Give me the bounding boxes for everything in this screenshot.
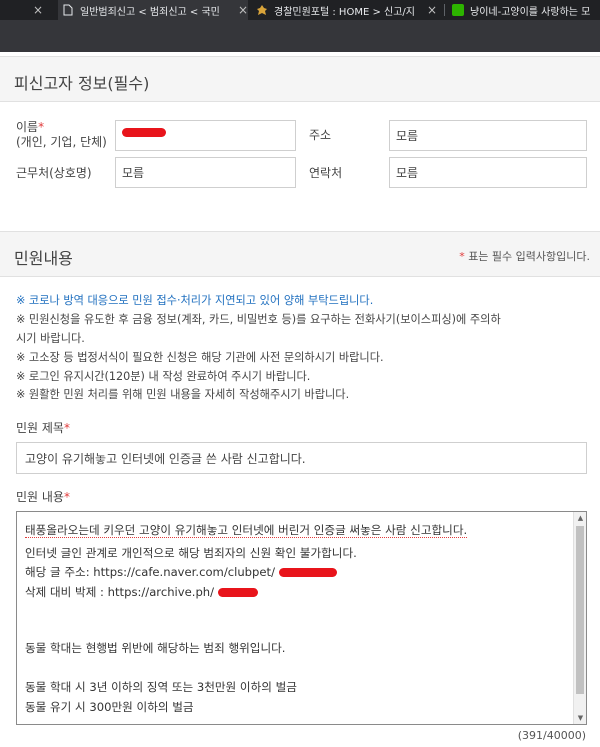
content-line: 동물 학대 시 3년 이하의 징역 또는 3천만원 이하의 벌금 — [25, 680, 297, 694]
browser-tab-1[interactable]: 일반범죄신고 < 범죄신고 < 국민 — [58, 0, 248, 20]
contact-field[interactable]: 모름 — [389, 157, 587, 188]
scroll-thumb[interactable] — [576, 526, 584, 694]
address-label: 주소 — [309, 128, 332, 142]
content-line-text: 태풍올라오는데 키우던 고양이 유기해놓고 인터넷에 버린거 인증글 써놓은 사… — [25, 523, 468, 538]
name-label: 이름* (개인, 기업, 단체) — [16, 120, 112, 150]
content-line-text: 삭제 대비 박제 : https://archive.ph/ — [25, 585, 215, 599]
cafe-icon — [452, 4, 464, 16]
char-counter: (391/40000) — [517, 729, 586, 742]
tab-close-button[interactable]: × — [236, 0, 250, 20]
tab-label: 냥이네-고양이를 사랑하는 모 — [470, 6, 591, 18]
redaction-mark — [217, 588, 258, 597]
name-sublabel: (개인, 기업, 단체) — [16, 135, 107, 149]
contact-label: 연락처 — [309, 166, 343, 180]
close-icon[interactable]: × — [30, 3, 46, 17]
content-line: 동물 학대는 현행법 위반에 해당하는 범죄 행위입니다. — [25, 641, 286, 655]
close-icon[interactable]: × — [236, 3, 250, 17]
tab-close-button[interactable]: × — [424, 0, 440, 20]
section-title: 민원내용 — [14, 249, 73, 268]
workplace-field[interactable]: 모름 — [115, 157, 296, 188]
tab-close-button[interactable]: × — [30, 0, 60, 20]
content-line: 동물 유기 시 300만원 이하의 벌금 — [25, 700, 194, 714]
content-line: 삭제 대비 박제 : https://archive.ph/ — [25, 584, 258, 600]
content-line: 해당 글 주소: https://cafe.naver.com/clubpet/ — [25, 564, 337, 580]
notice-line: ※ 민원신청을 유도한 후 금융 정보(계좌, 카드, 비밀번호 등)를 요구하… — [16, 313, 501, 326]
section-title: 피신고자 정보(필수) — [14, 74, 150, 93]
name-field[interactable] — [115, 120, 296, 151]
tab-separator — [444, 4, 445, 16]
browser-tab-3[interactable]: 냥이네-고양이를 사랑하는 모 — [448, 0, 600, 20]
tab-label: 경찰민원포털 : HOME > 신고/지 — [274, 6, 415, 18]
notice-line: ※ 코로나 방역 대응으로 민원 접수·처리가 지연되고 있어 양해 부탁드립니… — [16, 294, 374, 307]
complaint-section-header: 민원내용 * 표는 필수 입력사항입니다. — [0, 231, 600, 277]
required-note-text: 표는 필수 입력사항입니다. — [468, 250, 590, 263]
browser-toolbar — [0, 20, 600, 52]
name-label-text: 이름 — [16, 120, 39, 134]
content-line: 태풍올라오는데 키우던 고양이 유기해놓고 인터넷에 버린거 인증글 써놓은 사… — [25, 522, 468, 538]
address-field[interactable]: 모름 — [389, 120, 587, 151]
content-line-text: 해당 글 주소: https://cafe.naver.com/clubpet/ — [25, 565, 275, 579]
content-label: 민원 내용* — [16, 490, 70, 505]
scroll-up-icon[interactable]: ▲ — [574, 512, 586, 524]
browser-tab-bar: × 일반범죄신고 < 범죄신고 < 국민 × 경찰민원포털 : HOME > 신… — [0, 0, 600, 20]
police-emblem-icon — [256, 4, 268, 16]
redaction-mark — [278, 568, 337, 577]
workplace-label: 근무처(상호명) — [16, 166, 92, 180]
content-line: 인터넷 글인 관계로 개인적으로 해당 범죄자의 신원 확인 불가합니다. — [25, 546, 357, 560]
tab-label: 일반범죄신고 < 범죄신고 < 국민 — [80, 6, 220, 18]
required-star: * — [63, 421, 70, 435]
scroll-down-icon[interactable]: ▼ — [574, 712, 586, 724]
suspect-section-header: 피신고자 정보(필수) — [0, 56, 600, 102]
browser-tab-2[interactable]: 경찰민원포털 : HOME > 신고/지 — [252, 0, 430, 20]
required-star: * — [63, 490, 70, 504]
redaction-mark — [122, 128, 166, 137]
notice-line: 시기 바랍니다. — [16, 332, 85, 345]
textarea-scrollbar[interactable]: ▲ ▼ — [573, 512, 586, 724]
close-icon[interactable]: × — [424, 3, 440, 17]
subject-label-text: 민원 제목 — [16, 421, 64, 435]
notice-line: ※ 원활한 민원 처리를 위해 민원 내용을 자세히 작성해주시기 바랍니다. — [16, 388, 350, 401]
required-note: * 표는 필수 입력사항입니다. — [459, 248, 590, 264]
content-textarea[interactable]: 태풍올라오는데 키우던 고양이 유기해놓고 인터넷에 버린거 인증글 써놓은 사… — [16, 511, 587, 725]
subject-field[interactable]: 고양이 유기해놓고 인터넷에 인증글 쓴 사람 신고합니다. — [16, 442, 587, 474]
subject-label: 민원 제목* — [16, 421, 70, 436]
content-label-text: 민원 내용 — [16, 490, 64, 504]
required-star: * — [38, 120, 45, 134]
notice-line: ※ 고소장 등 법정서식이 필요한 신청은 해당 기관에 사전 문의하시기 바랍… — [16, 351, 384, 364]
required-star: * — [459, 250, 465, 263]
notice-line: ※ 로그인 유지시간(120분) 내 작성 완료하여 주시기 바랍니다. — [16, 370, 311, 383]
document-icon — [62, 4, 74, 16]
